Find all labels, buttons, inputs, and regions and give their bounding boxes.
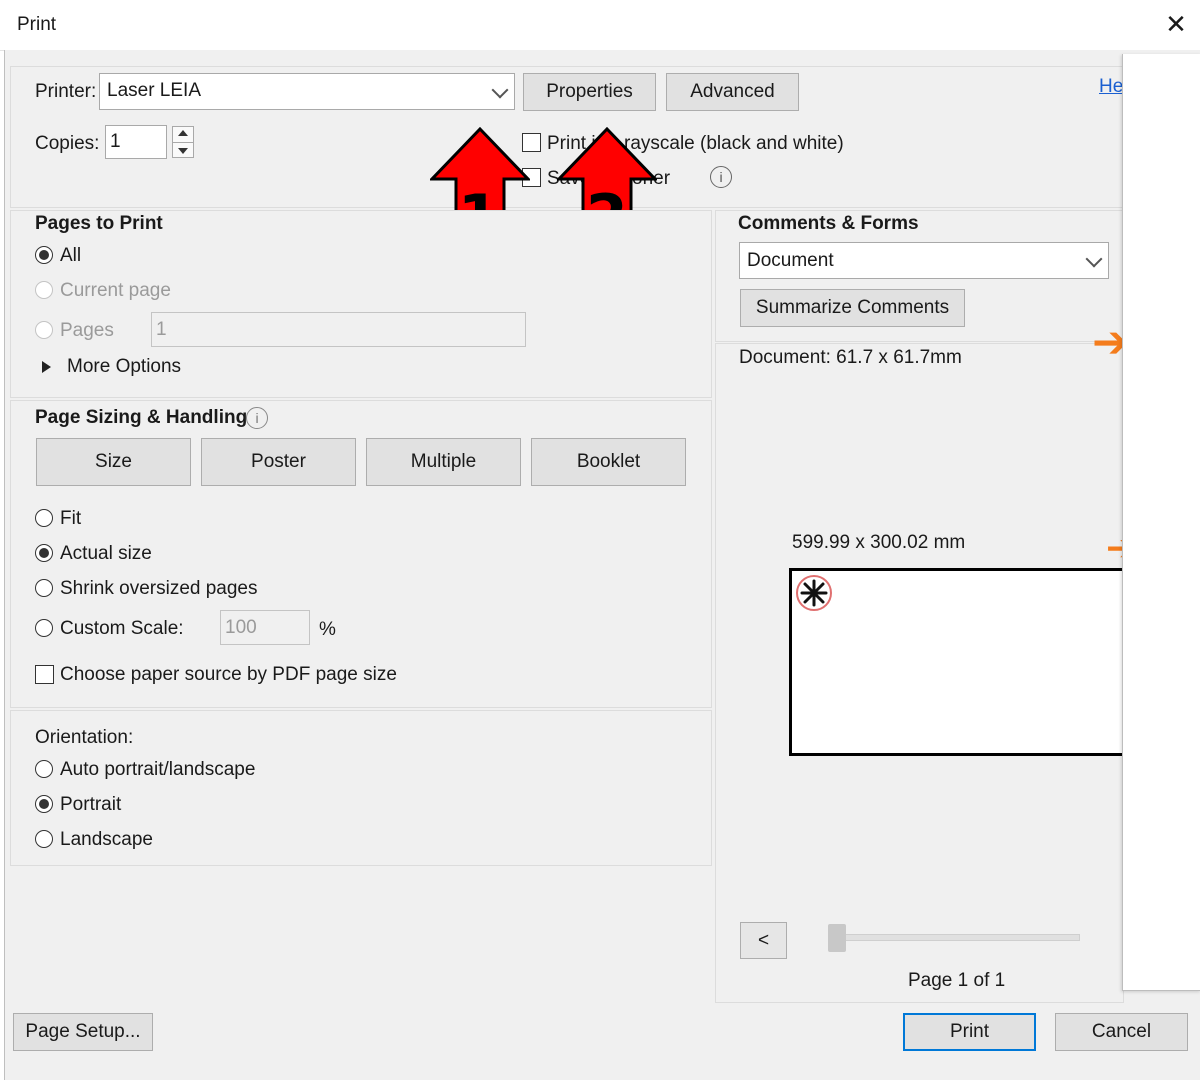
copies-label: Copies: xyxy=(35,133,100,154)
pages-range-input[interactable]: 1 xyxy=(151,312,526,347)
document-size-label: Document: 61.7 x 61.7mm xyxy=(739,347,962,368)
comments-forms-value: Document xyxy=(747,250,834,271)
page-slider-track[interactable] xyxy=(835,934,1080,941)
summarize-comments-button[interactable]: Summarize Comments xyxy=(740,289,965,327)
tab-poster[interactable]: Poster xyxy=(201,438,356,486)
pages-to-print-heading: Pages to Print xyxy=(35,213,163,234)
fit-label: Fit xyxy=(60,508,82,529)
paper-source-label: Choose paper source by PDF page size xyxy=(60,664,397,685)
page-indicator: Page 1 of 1 xyxy=(908,970,1006,991)
custom-scale-label: Custom Scale: xyxy=(60,618,184,639)
page-preview xyxy=(789,568,1134,756)
comments-forms-select[interactable]: Document xyxy=(739,242,1109,279)
custom-scale-input[interactable]: 100 xyxy=(220,610,310,645)
tab-size[interactable]: Size xyxy=(36,438,191,486)
percent-label: % xyxy=(319,619,336,640)
help-link[interactable]: He xyxy=(1099,76,1123,98)
custom-scale-radio[interactable] xyxy=(35,619,53,637)
more-options-toggle[interactable]: More Options xyxy=(67,356,181,378)
cancel-button[interactable]: Cancel xyxy=(1055,1013,1188,1051)
fit-radio[interactable] xyxy=(35,509,53,527)
stepper-up-icon[interactable] xyxy=(178,130,188,136)
page-slider-thumb[interactable] xyxy=(828,924,846,952)
printer-select-value: Laser LEIA xyxy=(107,80,201,101)
portrait-radio[interactable] xyxy=(35,795,53,813)
advanced-button[interactable]: Advanced xyxy=(666,73,799,111)
overlay-panel xyxy=(1122,54,1200,991)
title-bar: Print ✕ xyxy=(0,0,1200,51)
copies-input[interactable]: 1 xyxy=(105,125,167,159)
actual-size-label: Actual size xyxy=(60,543,152,564)
info-icon[interactable]: i xyxy=(246,407,268,429)
portrait-label: Portrait xyxy=(60,794,122,815)
actual-size-radio[interactable] xyxy=(35,544,53,562)
chevron-down-icon xyxy=(491,81,509,99)
snowflake-icon xyxy=(796,575,832,611)
tab-booklet[interactable]: Booklet xyxy=(531,438,686,486)
shrink-label: Shrink oversized pages xyxy=(60,578,258,599)
paper-source-checkbox[interactable] xyxy=(35,665,54,684)
shrink-radio[interactable] xyxy=(35,579,53,597)
info-icon[interactable]: i xyxy=(710,166,732,188)
expand-triangle-icon[interactable] xyxy=(42,361,51,373)
auto-orientation-label: Auto portrait/landscape xyxy=(60,759,256,780)
pages-range-radio[interactable] xyxy=(35,321,53,339)
orientation-label: Orientation: xyxy=(35,727,134,748)
close-icon[interactable]: ✕ xyxy=(1160,8,1192,40)
tab-multiple[interactable]: Multiple xyxy=(366,438,521,486)
previous-page-button[interactable]: < xyxy=(740,922,787,959)
landscape-label: Landscape xyxy=(60,829,153,850)
stepper-down-icon[interactable] xyxy=(178,148,188,154)
properties-button[interactable]: Properties xyxy=(523,73,656,111)
page-setup-button[interactable]: Page Setup... xyxy=(13,1013,153,1051)
copies-stepper[interactable] xyxy=(172,126,194,158)
printer-select[interactable]: Laser LEIA xyxy=(99,73,515,110)
printer-label: Printer: xyxy=(35,81,97,102)
current-page-label: Current page xyxy=(60,280,171,301)
chevron-down-icon xyxy=(1085,250,1103,268)
current-page-radio[interactable] xyxy=(35,281,53,299)
all-pages-radio[interactable] xyxy=(35,246,53,264)
copies-value: 1 xyxy=(110,131,121,152)
page-sizing-heading: Page Sizing & Handling xyxy=(35,407,248,428)
page-size-label: 599.99 x 300.02 mm xyxy=(792,532,966,553)
all-pages-label: All xyxy=(60,245,82,266)
pages-range-label: Pages xyxy=(60,320,114,341)
landscape-radio[interactable] xyxy=(35,830,53,848)
auto-orientation-radio[interactable] xyxy=(35,760,53,778)
stepper-divider xyxy=(173,142,193,143)
custom-scale-value: 100 xyxy=(225,617,257,638)
comments-forms-heading: Comments & Forms xyxy=(738,213,919,234)
pages-range-value: 1 xyxy=(156,319,167,340)
window-title: Print xyxy=(17,14,57,35)
print-button[interactable]: Print xyxy=(903,1013,1036,1051)
